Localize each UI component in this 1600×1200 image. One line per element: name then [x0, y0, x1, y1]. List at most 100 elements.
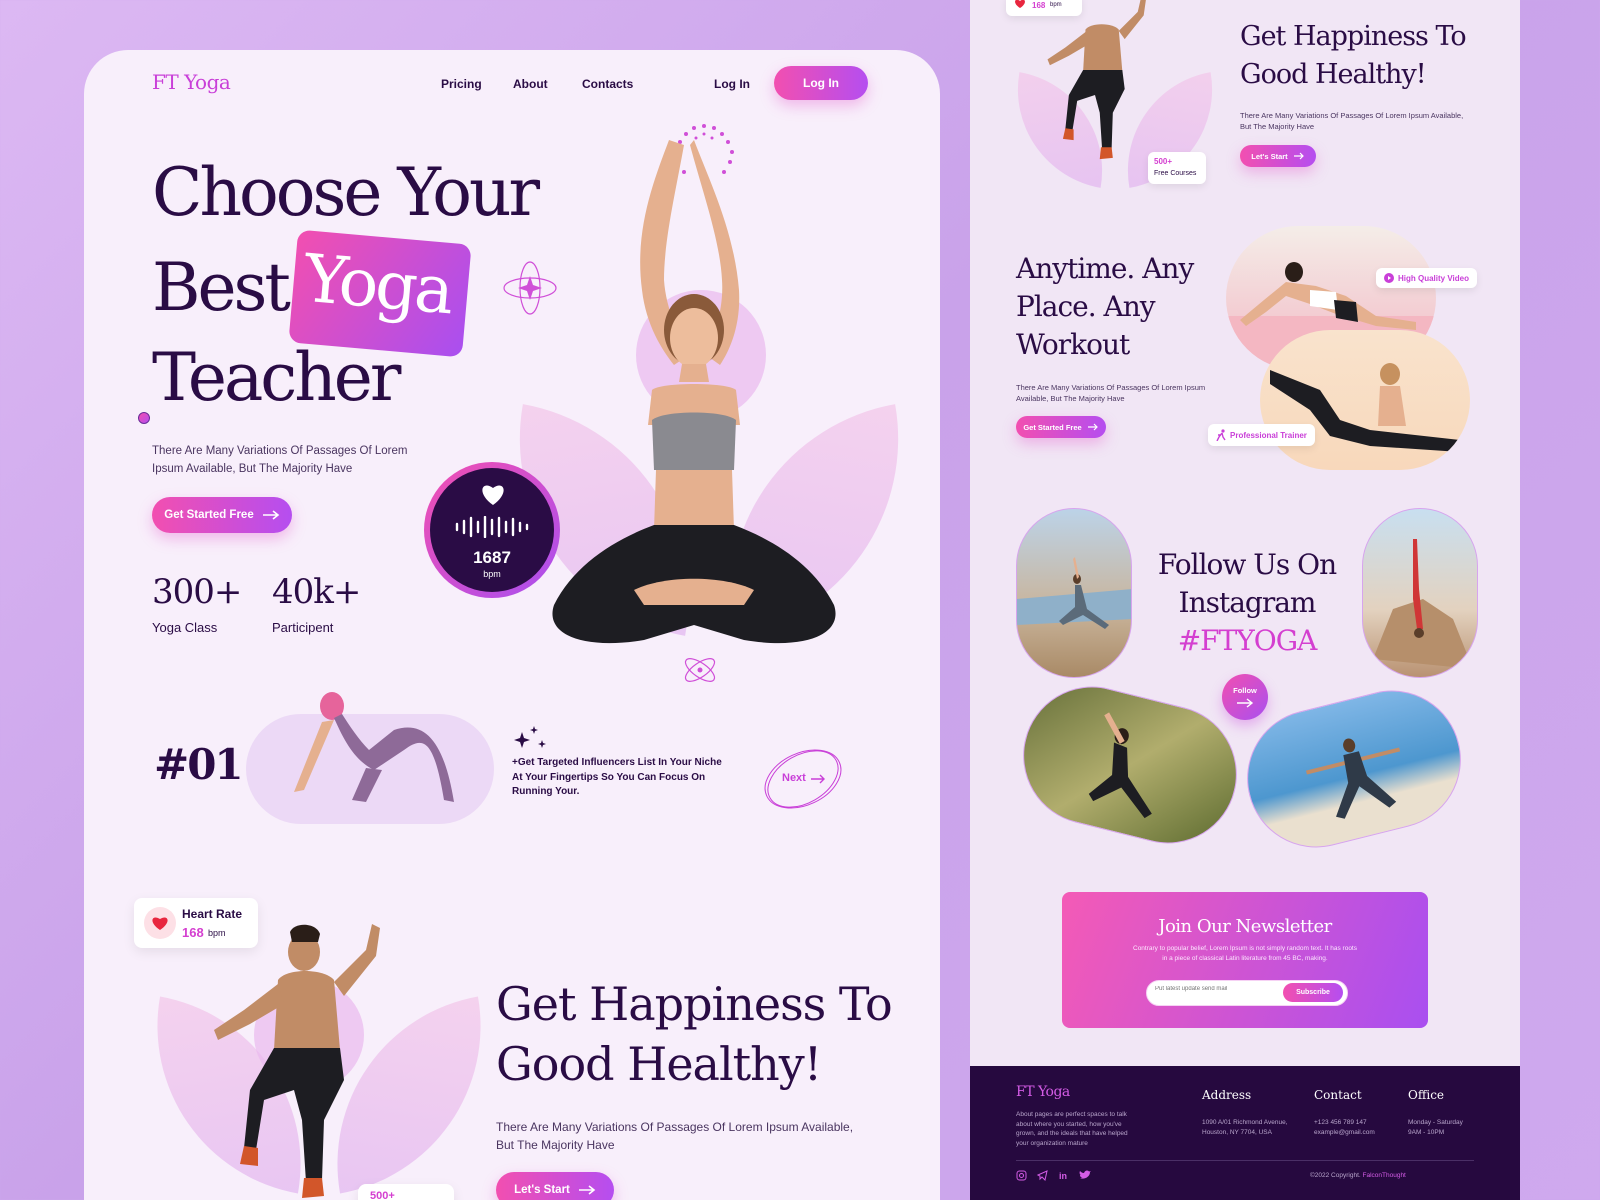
landing-card: FT Yoga Pricing About Contacts Log In Lo… — [84, 50, 940, 1200]
professional-trainer-tag: Professional Trainer — [1208, 424, 1315, 446]
lets-start-button[interactable]: Let's Start — [496, 1172, 614, 1200]
footer-divider — [1016, 1160, 1474, 1161]
heart-rate-value: 1687 — [473, 548, 511, 567]
hero-yoga-woman-image — [552, 140, 836, 644]
login-link[interactable]: Log In — [714, 77, 750, 91]
follow-button[interactable]: Follow — [1222, 674, 1268, 720]
newsletter-email-field[interactable]: Subscribe — [1146, 980, 1348, 1006]
heart-icon — [482, 485, 504, 505]
newsletter-text: Contrary to popular belief, Lorem Ipsum … — [1133, 945, 1357, 962]
login-button-label: Log In — [803, 76, 839, 90]
footer-contact-title: Contact — [1314, 1088, 1362, 1102]
heart-rate-widget: 1687 bpm — [424, 462, 560, 598]
next-label: Next — [782, 772, 806, 784]
footer-address-title: Address — [1202, 1088, 1252, 1102]
happiness-title-line2: Good Healthy! — [496, 1037, 822, 1091]
arrow-right-icon — [578, 1185, 596, 1195]
anytime-get-started-button[interactable]: Get Started Free — [1016, 416, 1106, 438]
instagram-title-line1: Follow Us On — [1157, 548, 1337, 581]
feature-text: +Get Targeted Influencers List In Your N… — [512, 757, 722, 797]
instagram-title-line2: Instagram — [1178, 586, 1317, 619]
right-lets-start-button[interactable]: Let's Start — [1240, 145, 1316, 167]
happiness-man-image — [214, 924, 380, 1198]
svg-text:in: in — [1059, 1171, 1067, 1181]
heart-icon — [1015, 0, 1025, 8]
stat-participants-value: 40k+ — [272, 572, 361, 612]
footer-logo[interactable]: FT Yoga — [1016, 1084, 1070, 1100]
heart-rate-card-label: Heart Rate — [182, 907, 243, 921]
hero-title-line3: Teacher — [152, 339, 401, 416]
follow-label: Follow — [1233, 686, 1257, 695]
courses-card-value: 500+ — [370, 1190, 395, 1200]
feature-number: #01 — [154, 740, 244, 789]
right-happiness-title-line1: Get Happiness To — [1240, 21, 1467, 52]
anytime-title-line3: Workout — [1016, 328, 1130, 361]
anytime-get-started-label: Get Started Free — [1023, 422, 1082, 432]
lets-start-label: Let's Start — [514, 1184, 570, 1196]
warrior-pose-image — [1305, 738, 1401, 819]
instagram-photo-beach-pose[interactable] — [1016, 508, 1132, 678]
dot-decoration — [138, 412, 150, 424]
rock-yoga-image — [1373, 539, 1473, 669]
hero-description: There Are Many Variations Of Passages Of… — [152, 445, 408, 475]
courses-mini-card: 500+ Free Courses — [1148, 152, 1206, 184]
footer-email[interactable]: example@gmail.com — [1314, 1128, 1375, 1138]
beach-yoga-image — [1017, 557, 1131, 629]
footer-office-hours: 9AM - 10PM — [1408, 1129, 1445, 1136]
nav-contacts[interactable]: Contacts — [582, 77, 633, 91]
instagram-icon — [1016, 1170, 1027, 1181]
footer: FT Yoga About pages are perfect spaces t… — [970, 1066, 1520, 1200]
heart-rate-mini-card: 168 bpm — [1006, 0, 1082, 16]
arrow-right-icon — [262, 510, 280, 520]
stat-classes-label: Yoga Class — [152, 620, 218, 635]
courses-mini-label: Free Courses — [1154, 170, 1197, 177]
heart-rate-card-unit: bpm — [208, 928, 226, 938]
anytime-title-line1: Anytime. Any — [1016, 252, 1194, 285]
newsletter-title: Join Our Newsletter — [1158, 916, 1332, 937]
newsletter-card: Join Our Newsletter Contrary to popular … — [1062, 892, 1428, 1028]
login-button[interactable]: Log In — [774, 66, 868, 100]
twitter-icon — [1079, 1170, 1091, 1179]
arrow-right-icon — [1237, 698, 1254, 708]
nav-pricing[interactable]: Pricing — [441, 77, 482, 91]
heart-rate-card-value: 168 — [182, 925, 204, 940]
professional-trainer-label: Professional Trainer — [1230, 430, 1307, 440]
get-started-label: Get Started Free — [164, 509, 254, 521]
newsletter-email-input[interactable] — [1155, 986, 1275, 992]
instagram-hashtag: #FTYOGA — [1177, 624, 1318, 657]
arrow-right-icon — [1087, 423, 1098, 431]
hero-title-highlight: Yoga — [300, 239, 455, 330]
happiness-title-line1: Get Happiness To — [496, 977, 893, 1031]
subscribe-button[interactable]: Subscribe — [1283, 983, 1343, 1002]
instagram-photo-beach-warrior[interactable] — [1232, 675, 1476, 863]
happiness-description: There Are Many Variations Of Passages Of… — [496, 1120, 854, 1152]
copyright-text: ©2022 Copyright. — [1310, 1172, 1361, 1179]
footer-phone[interactable]: +123 456 789 147 — [1314, 1118, 1367, 1128]
happiness-man-image-small — [1047, 0, 1146, 160]
hero-title-line1: Choose Your — [152, 154, 540, 231]
heart-rate-card: Heart Rate 168 bpm — [134, 898, 258, 948]
anytime-title-line2: Place. Any — [1016, 290, 1156, 323]
heart-rate-unit: bpm — [483, 569, 501, 579]
copyright-brand[interactable]: FalconThought — [1363, 1172, 1406, 1179]
heart-rate-mini-value: 168 — [1032, 1, 1046, 10]
subscribe-label: Subscribe — [1296, 989, 1330, 996]
telegram-icon — [1036, 1170, 1048, 1181]
social-icons: in — [1016, 1170, 1091, 1181]
instagram-photo-rock-pose[interactable] — [1362, 508, 1478, 678]
arrow-right-icon — [811, 774, 825, 784]
brand-logo[interactable]: FT Yoga — [152, 70, 231, 94]
high-quality-video-tag: High Quality Video — [1376, 268, 1477, 288]
right-happiness-description: There Are Many Variations Of Passages Of… — [1240, 111, 1464, 131]
nav-about[interactable]: About — [513, 77, 548, 91]
next-button[interactable]: Next — [760, 744, 846, 814]
high-quality-video-label: High Quality Video — [1398, 273, 1469, 283]
instagram-photo-forest-pose[interactable] — [1008, 671, 1252, 859]
courses-mini-value: 500+ — [1154, 157, 1173, 166]
get-started-button[interactable]: Get Started Free — [152, 497, 292, 533]
right-lets-start-label: Let's Start — [1251, 151, 1288, 161]
feature-yoga-pose-image — [294, 692, 454, 802]
landing-continued-panel: 168 bpm 500+ Free Courses Get Happiness … — [970, 0, 1520, 1200]
heart-rate-icon-bg — [144, 907, 176, 939]
courses-card: 500+ — [358, 1184, 454, 1200]
